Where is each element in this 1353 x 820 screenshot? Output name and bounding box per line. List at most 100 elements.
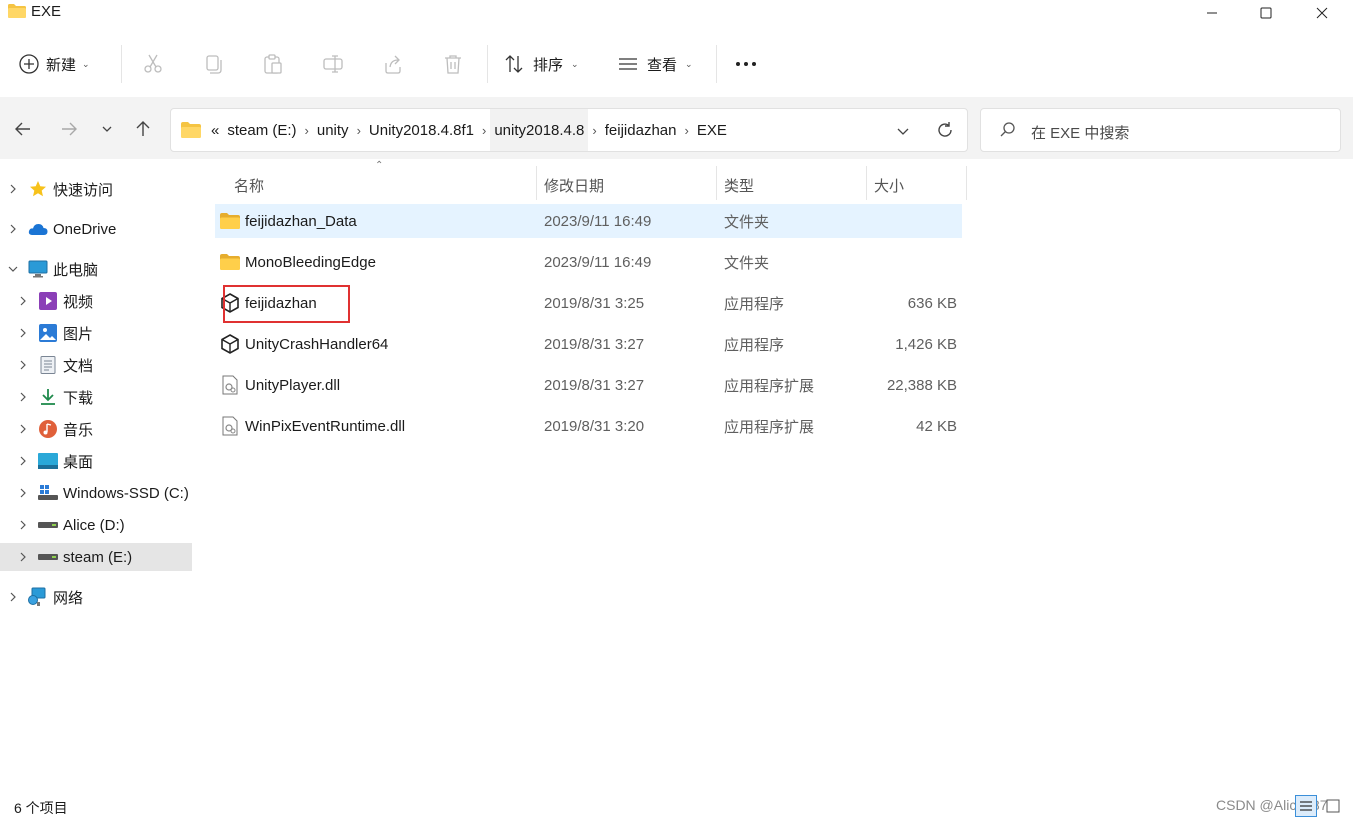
chevron-right-icon[interactable]: › xyxy=(588,123,600,138)
table-row[interactable]: WinPixEventRuntime.dll 2019/8/31 3:20 应用… xyxy=(215,409,962,443)
table-row[interactable]: UnityCrashHandler64 2019/8/31 3:27 应用程序 … xyxy=(215,327,962,361)
close-button[interactable] xyxy=(1294,0,1350,26)
column-header-type[interactable]: 类型 xyxy=(724,166,754,204)
up-button[interactable] xyxy=(130,116,156,142)
navigation-pane: 快速访问 OneDrive 此电脑 视频 图片 文档 下载 音乐 桌面 Wind… xyxy=(0,160,194,790)
column-header-date[interactable]: 修改日期 xyxy=(544,166,604,204)
chevron-right-icon[interactable] xyxy=(18,456,28,466)
view-lines-icon xyxy=(619,58,637,70)
chevron-right-icon[interactable] xyxy=(8,592,18,602)
file-name: UnityCrashHandler64 xyxy=(245,335,389,353)
file-date: 2019/8/31 3:20 xyxy=(544,417,645,435)
toolbar-divider xyxy=(487,45,488,83)
chevron-right-icon[interactable] xyxy=(18,552,28,562)
address-bar[interactable]: « steam (E:) › unity › Unity2018.4.8f1 ›… xyxy=(170,108,968,152)
navigation-bar: « steam (E:) › unity › Unity2018.4.8f1 ›… xyxy=(0,97,1353,159)
highlight-annotation-box xyxy=(223,285,350,323)
delete-button[interactable] xyxy=(440,51,466,77)
sidebar-item-downloads[interactable]: 下载 xyxy=(0,383,192,411)
chevron-right-icon[interactable]: › xyxy=(353,123,365,138)
sidebar-item-network[interactable]: 网络 xyxy=(0,583,192,611)
chevron-right-icon[interactable] xyxy=(18,520,28,530)
sidebar-item-this-pc[interactable]: 此电脑 xyxy=(0,255,192,283)
column-divider[interactable] xyxy=(536,166,537,200)
chevron-right-icon[interactable] xyxy=(18,360,28,370)
arrow-up-icon xyxy=(136,121,150,136)
chevron-right-icon[interactable] xyxy=(8,224,18,234)
chevron-down-icon xyxy=(897,128,909,135)
more-options-button[interactable] xyxy=(733,51,759,77)
sidebar-item-documents[interactable]: 文档 xyxy=(0,351,192,379)
rename-icon xyxy=(323,55,343,73)
rename-button[interactable] xyxy=(320,51,346,77)
sidebar-item-videos[interactable]: 视频 xyxy=(0,287,192,315)
file-size: 22,388 KB xyxy=(886,376,957,394)
command-bar: 新建 ⌄ 排序 ⌄ 查看 ⌄ xyxy=(0,30,1353,96)
sidebar-item-desktop[interactable]: 桌面 xyxy=(0,447,192,475)
chevron-right-icon[interactable] xyxy=(18,424,28,434)
table-row[interactable]: feijidazhan_Data 2023/9/11 16:49 文件夹 xyxy=(215,204,962,238)
chevron-right-icon[interactable] xyxy=(8,184,18,194)
paste-button[interactable] xyxy=(260,51,286,77)
chevron-down-icon: ⌄ xyxy=(571,58,579,69)
large-icons-view-button[interactable] xyxy=(1322,795,1344,817)
sidebar-item-label: steam (E:) xyxy=(63,548,133,566)
folder-icon xyxy=(8,4,26,18)
breadcrumb-item[interactable]: steam (E:) xyxy=(223,109,300,151)
breadcrumb-item[interactable]: feijidazhan xyxy=(601,109,681,151)
details-view-button[interactable] xyxy=(1295,795,1317,817)
cut-button[interactable] xyxy=(140,51,166,77)
share-button[interactable] xyxy=(380,51,406,77)
copy-icon xyxy=(206,55,222,74)
chevron-right-icon[interactable] xyxy=(18,488,28,498)
chevron-right-icon[interactable]: › xyxy=(680,123,692,138)
view-button[interactable]: 查看 ⌄ xyxy=(617,51,693,77)
refresh-button[interactable] xyxy=(933,118,957,142)
sidebar-item-pictures[interactable]: 图片 xyxy=(0,319,192,347)
minimize-button[interactable] xyxy=(1184,0,1240,26)
document-icon xyxy=(38,355,58,375)
sidebar-item-drive-e[interactable]: steam (E:) xyxy=(0,543,192,571)
chevron-right-icon[interactable] xyxy=(18,392,28,402)
file-type: 应用程序扩展 xyxy=(724,377,815,395)
search-placeholder: 在 EXE 中搜索 xyxy=(1031,125,1130,142)
column-divider[interactable] xyxy=(716,166,717,200)
column-divider[interactable] xyxy=(866,166,867,200)
video-icon xyxy=(38,291,58,311)
breadcrumb-item[interactable]: unity2018.4.8 xyxy=(490,109,589,151)
new-button[interactable]: 新建 ⌄ xyxy=(18,51,90,77)
chevron-right-icon[interactable]: › xyxy=(301,123,313,138)
copy-button[interactable] xyxy=(200,51,226,77)
breadcrumb-item-current[interactable]: EXE xyxy=(693,109,731,151)
chevron-right-icon[interactable] xyxy=(18,296,28,306)
sort-button[interactable]: 排序 ⌄ xyxy=(503,51,579,77)
table-row[interactable]: MonoBleedingEdge 2023/9/11 16:49 文件夹 xyxy=(215,245,962,279)
column-divider[interactable] xyxy=(966,166,967,200)
breadcrumb-item[interactable]: Unity2018.4.8f1 xyxy=(365,109,478,151)
sidebar-item-quick-access[interactable]: 快速访问 xyxy=(0,175,192,203)
sidebar-item-label: 桌面 xyxy=(63,453,94,471)
arrow-right-icon xyxy=(62,122,77,136)
chevron-right-icon[interactable] xyxy=(18,328,28,338)
recent-locations-button[interactable] xyxy=(94,116,120,142)
breadcrumb-overflow[interactable]: « xyxy=(207,109,223,151)
back-button[interactable] xyxy=(10,116,36,142)
chevron-down-icon: ⌄ xyxy=(82,58,90,69)
share-icon xyxy=(385,55,401,74)
forward-button[interactable] xyxy=(56,116,82,142)
address-history-button[interactable] xyxy=(891,119,915,143)
sidebar-item-drive-c[interactable]: Windows-SSD (C:) xyxy=(0,479,192,507)
maximize-button[interactable] xyxy=(1238,0,1294,26)
column-header-size[interactable]: 大小 xyxy=(874,166,904,204)
sidebar-item-drive-d[interactable]: Alice (D:) xyxy=(0,511,192,539)
sidebar-item-label: 下载 xyxy=(63,389,94,407)
sidebar-item-onedrive[interactable]: OneDrive xyxy=(0,215,192,243)
search-box[interactable]: 在 EXE 中搜索 xyxy=(980,108,1341,152)
table-row[interactable]: UnityPlayer.dll 2019/8/31 3:27 应用程序扩展 22… xyxy=(215,368,962,402)
close-icon xyxy=(1316,7,1328,19)
sidebar-item-music[interactable]: 音乐 xyxy=(0,415,192,443)
breadcrumb-item[interactable]: unity xyxy=(313,109,353,151)
column-header-name[interactable]: 名称 xyxy=(234,166,264,204)
chevron-right-icon[interactable]: › xyxy=(478,123,490,138)
chevron-down-icon[interactable] xyxy=(8,264,18,274)
